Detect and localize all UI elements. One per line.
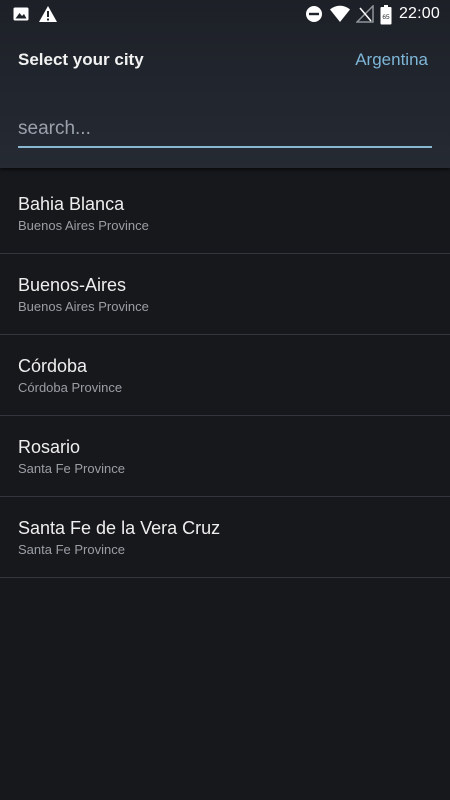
no-signal-icon [356, 5, 374, 23]
city-province: Buenos Aires Province [18, 299, 149, 314]
city-province: Santa Fe Province [18, 461, 125, 476]
city-list-item[interactable]: Bahia Blanca Buenos Aires Province [0, 173, 450, 254]
city-list-item[interactable]: Córdoba Córdoba Province [0, 335, 450, 416]
header: 65 22:00 Select your city Argentina [0, 0, 450, 168]
city-list-item[interactable]: Rosario Santa Fe Province [0, 416, 450, 497]
city-name: Buenos-Aires [18, 275, 127, 295]
app-screen: 65 22:00 Select your city Argentina Bahi… [0, 0, 450, 800]
search-input[interactable] [18, 112, 432, 146]
image-icon [13, 7, 29, 21]
warning-icon [39, 6, 57, 22]
page-title: Select your city [18, 50, 144, 69]
status-bar: 65 22:00 [0, 0, 450, 30]
status-time: 22:00 [398, 5, 440, 22]
city-name: Santa Fe de la Vera Cruz [18, 518, 221, 538]
battery-icon: 65 [380, 5, 392, 25]
city-name: Rosario [18, 437, 81, 457]
city-province: Buenos Aires Province [18, 218, 149, 233]
country-selector-button[interactable]: Argentina [355, 50, 428, 70]
do-not-disturb-icon [306, 6, 322, 22]
city-province: Santa Fe Province [18, 542, 125, 557]
wifi-icon [330, 5, 350, 22]
city-list: Bahia Blanca Buenos Aires Province Bueno… [0, 173, 450, 578]
toolbar: Select your city Argentina [0, 40, 450, 80]
city-name: Bahia Blanca [18, 194, 125, 214]
city-name: Córdoba [18, 356, 88, 376]
search-field [18, 112, 432, 148]
city-province: Córdoba Province [18, 380, 123, 395]
search-underline [18, 146, 432, 148]
city-list-item[interactable]: Santa Fe de la Vera Cruz Santa Fe Provin… [0, 497, 450, 578]
battery-level-text: 65 [382, 14, 390, 21]
city-list-item[interactable]: Buenos-Aires Buenos Aires Province [0, 254, 450, 335]
